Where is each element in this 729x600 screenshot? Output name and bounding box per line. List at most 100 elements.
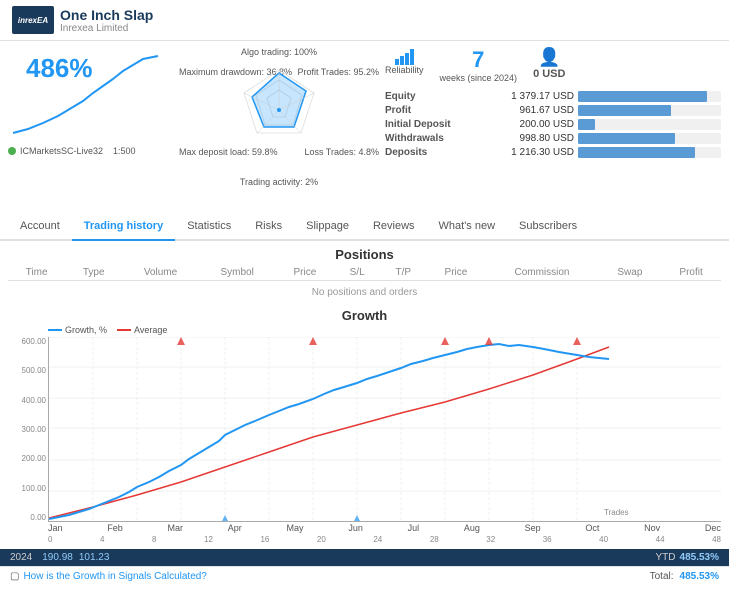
tab-subscribers[interactable]: Subscribers (507, 213, 589, 241)
growth-calc-link[interactable]: How is the Growth in Signals Calculated? (23, 571, 206, 582)
col-header-volume: Volume (122, 265, 199, 281)
tab-statistics[interactable]: Statistics (175, 213, 243, 241)
broker-status-dot (8, 147, 16, 155)
growth-chart-svg: Trades (49, 337, 721, 522)
metric-label: Profit (385, 105, 480, 116)
metric-bar (578, 105, 671, 116)
x-month-label: Jul (408, 523, 420, 533)
x-axis-numbers: 04812162024283236404448 (48, 534, 721, 545)
metric-bar (578, 91, 707, 102)
header: inrexEA One Inch Slap Inrexea Limited (0, 0, 729, 41)
x-month-label: Jan (48, 523, 63, 533)
left-panel: 486% ICMarketsSC-Live32 1:500 (8, 47, 173, 205)
col-header-time: Time (8, 265, 65, 281)
col-header-commission: Commission (485, 265, 598, 281)
metrics-list: Equity 1 379.17 USD Profit 961.67 USD In… (385, 91, 721, 158)
svg-text:Trades: Trades (604, 508, 629, 517)
tab-what's-new[interactable]: What's new (427, 213, 508, 241)
y-label: 500.00 (8, 366, 46, 375)
x-month-label: May (287, 523, 304, 533)
col-header-price: Price (276, 265, 335, 281)
metric-value: 961.67 USD (484, 105, 574, 116)
x-month-label: Mar (168, 523, 184, 533)
x-num-label: 20 (317, 535, 326, 544)
x-num-label: 36 (543, 535, 552, 544)
x-num-label: 48 (712, 535, 721, 544)
tab-reviews[interactable]: Reviews (361, 213, 427, 241)
reliability-item: Reliability (385, 47, 424, 75)
tab-account[interactable]: Account (8, 213, 72, 241)
col-header-profit: Profit (661, 265, 721, 281)
tab-slippage[interactable]: Slippage (294, 213, 361, 241)
x-num-label: 4 (100, 535, 104, 544)
weeks-label: weeks (since 2024) (440, 73, 518, 83)
legend-growth: Growth, % (48, 325, 107, 335)
tab-trading-history[interactable]: Trading history (72, 213, 175, 241)
metric-bar-wrap (578, 91, 721, 102)
growth-title: Growth (8, 308, 721, 323)
leverage-value: 1:500 (113, 146, 136, 156)
footer-row: ▢ How is the Growth in Signals Calculate… (0, 566, 729, 586)
y-label: 600.00 (8, 337, 46, 346)
tabs-bar: AccountTrading historyStatisticsRisksSli… (0, 213, 729, 241)
app-title: One Inch Slap (60, 7, 153, 23)
metric-value: 200.00 USD (484, 119, 574, 130)
x-month-label: Feb (107, 523, 123, 533)
x-month-label: Nov (644, 523, 660, 533)
x-month-label: Dec (705, 523, 721, 533)
y-label: 0.00 (8, 513, 46, 522)
app-subtitle: Inrexea Limited (60, 23, 153, 34)
x-num-label: 32 (486, 535, 495, 544)
metric-value: 998.80 USD (484, 133, 574, 144)
metric-label: Withdrawals (385, 133, 480, 144)
x-num-label: 44 (656, 535, 665, 544)
ytd-value: 485.53% (680, 552, 719, 563)
x-month-label: Jun (348, 523, 363, 533)
total-label: Total: (650, 571, 674, 582)
metric-bar (578, 119, 595, 130)
bottom-val2: 101.23 (79, 552, 110, 563)
x-month-label: Apr (228, 523, 242, 533)
col-header-type: Type (65, 265, 122, 281)
x-month-label: Sep (525, 523, 541, 533)
bottom-bar: 2024 190.98 101.23 YTD 485.53% (0, 549, 729, 566)
bottom-year: 2024 (10, 552, 32, 563)
x-num-label: 24 (373, 535, 382, 544)
metric-row: Initial Deposit 200.00 USD (385, 119, 721, 130)
total-value: 485.53% (680, 571, 719, 582)
metric-bar-wrap (578, 119, 721, 130)
usd-item: 👤 0 USD (533, 47, 565, 80)
metric-value: 1 379.17 USD (484, 91, 574, 102)
y-axis: 600.00500.00400.00300.00200.00100.000.00 (8, 337, 48, 522)
col-header-symbol: Symbol (199, 265, 276, 281)
x-axis-months: Jan Feb Mar Apr May Jun Jul Aug Sep Oct Nov Dec (48, 522, 721, 534)
positions-title: Positions (8, 241, 721, 265)
metric-bar-wrap (578, 105, 721, 116)
x-num-label: 28 (430, 535, 439, 544)
metric-row: Equity 1 379.17 USD (385, 91, 721, 102)
x-month-label: Aug (464, 523, 480, 533)
x-num-label: 12 (204, 535, 213, 544)
metric-label: Deposits (385, 147, 480, 158)
positions-table: TimeTypeVolumeSymbolPriceS/LT/PPriceComm… (8, 265, 721, 304)
reliability-label: Reliability (385, 65, 424, 75)
col-header-t/p: T/P (380, 265, 427, 281)
x-num-label: 0 (48, 535, 52, 544)
y-label: 400.00 (8, 396, 46, 405)
metric-bar-wrap (578, 133, 721, 144)
weeks-item: 7 weeks (since 2024) (440, 47, 518, 83)
checkbox-icon: ▢ (10, 571, 19, 582)
y-label: 200.00 (8, 454, 46, 463)
tab-risks[interactable]: Risks (243, 213, 294, 241)
bottom-val1: 190.98 (42, 552, 73, 563)
x-num-label: 40 (599, 535, 608, 544)
logo-icon-text: inrexEA (18, 16, 48, 25)
usd-label: 0 USD (533, 68, 565, 80)
col-header-swap: Swap (599, 265, 662, 281)
x-month-label: Oct (585, 523, 599, 533)
metric-label: Initial Deposit (385, 119, 480, 130)
radar-svg (234, 65, 324, 155)
logo-box: inrexEA (12, 6, 54, 34)
percent-value: 486% (26, 53, 93, 84)
metric-label: Equity (385, 91, 480, 102)
